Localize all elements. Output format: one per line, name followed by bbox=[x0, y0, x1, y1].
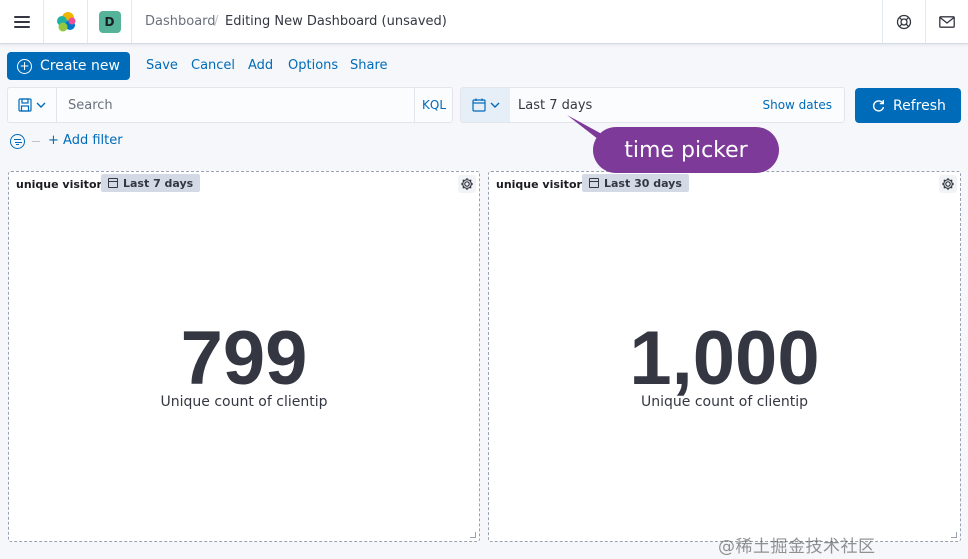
panel-title: unique visitors bbox=[16, 178, 109, 191]
resize-handle[interactable] bbox=[470, 532, 476, 538]
mail-icon[interactable] bbox=[926, 0, 968, 43]
gear-icon[interactable] bbox=[939, 175, 957, 193]
time-picker: Last 7 days Show dates bbox=[460, 87, 845, 123]
quick-menu-button[interactable] bbox=[461, 88, 510, 122]
options-link[interactable]: Options bbox=[288, 58, 338, 73]
calendar-icon bbox=[471, 98, 486, 112]
filter-menu-icon[interactable] bbox=[10, 134, 25, 149]
time-range-badge-label: Last 7 days bbox=[123, 176, 194, 190]
panel-unique-visitors-7d: unique visitors Last 7 days 799 Unique c… bbox=[8, 171, 480, 542]
metric-value: 799 bbox=[180, 316, 308, 401]
refresh-button[interactable]: Refresh bbox=[855, 88, 961, 123]
elastic-logo[interactable] bbox=[44, 0, 87, 43]
add-link[interactable]: Add bbox=[248, 58, 273, 73]
time-picker-callout: time picker bbox=[593, 127, 779, 173]
chevron-down-icon bbox=[490, 102, 499, 108]
space-initial: D bbox=[98, 10, 121, 33]
show-dates-link[interactable]: Show dates bbox=[762, 98, 832, 112]
kql-toggle[interactable]: KQL bbox=[414, 88, 453, 122]
time-range-value[interactable]: Last 7 days bbox=[518, 98, 592, 113]
panel-unique-visitors-30d: unique visitors Last 30 days 1,000 Uniqu… bbox=[488, 171, 961, 542]
add-filter-link[interactable]: + Add filter bbox=[48, 133, 123, 148]
metric-value: 1,000 bbox=[629, 316, 820, 401]
metric-label: Unique count of clientip bbox=[160, 394, 328, 410]
watermark: @稀土掘金技术社区 bbox=[718, 537, 876, 557]
menu-icon[interactable] bbox=[0, 0, 43, 43]
share-link[interactable]: Share bbox=[350, 58, 388, 73]
metric-label: Unique count of clientip bbox=[641, 394, 808, 410]
breadcrumb-dashboard[interactable]: Dashboard bbox=[145, 14, 216, 29]
gear-icon[interactable] bbox=[458, 175, 476, 193]
time-range-badge: Last 7 days bbox=[101, 174, 201, 192]
panel-title: unique visitors bbox=[496, 178, 589, 191]
search-input[interactable] bbox=[58, 88, 414, 122]
save-icon bbox=[18, 98, 32, 112]
save-link[interactable]: Save bbox=[146, 58, 178, 73]
query-bar: KQL bbox=[7, 87, 453, 123]
refresh-icon bbox=[872, 100, 885, 112]
help-icon[interactable] bbox=[883, 0, 925, 43]
space-avatar[interactable]: D bbox=[88, 0, 131, 43]
saved-query-button[interactable] bbox=[8, 88, 57, 122]
chevron-down-icon bbox=[36, 102, 46, 108]
create-new-button[interactable]: + Create new bbox=[7, 52, 130, 80]
filter-divider bbox=[32, 141, 40, 142]
plus-circle-icon: + bbox=[17, 58, 32, 74]
breadcrumb-separator: / bbox=[214, 14, 219, 29]
time-range-badge: Last 30 days bbox=[582, 174, 689, 192]
top-header: D Dashboard / Editing New Dashboard (uns… bbox=[0, 0, 968, 44]
breadcrumb-current: Editing New Dashboard (unsaved) bbox=[225, 14, 447, 29]
resize-handle[interactable] bbox=[951, 532, 957, 538]
cancel-link[interactable]: Cancel bbox=[191, 58, 235, 73]
calendar-icon bbox=[108, 178, 118, 188]
refresh-label: Refresh bbox=[893, 97, 946, 114]
calendar-icon bbox=[589, 178, 599, 188]
create-new-label: Create new bbox=[40, 58, 120, 74]
time-range-badge-label: Last 30 days bbox=[604, 176, 682, 190]
